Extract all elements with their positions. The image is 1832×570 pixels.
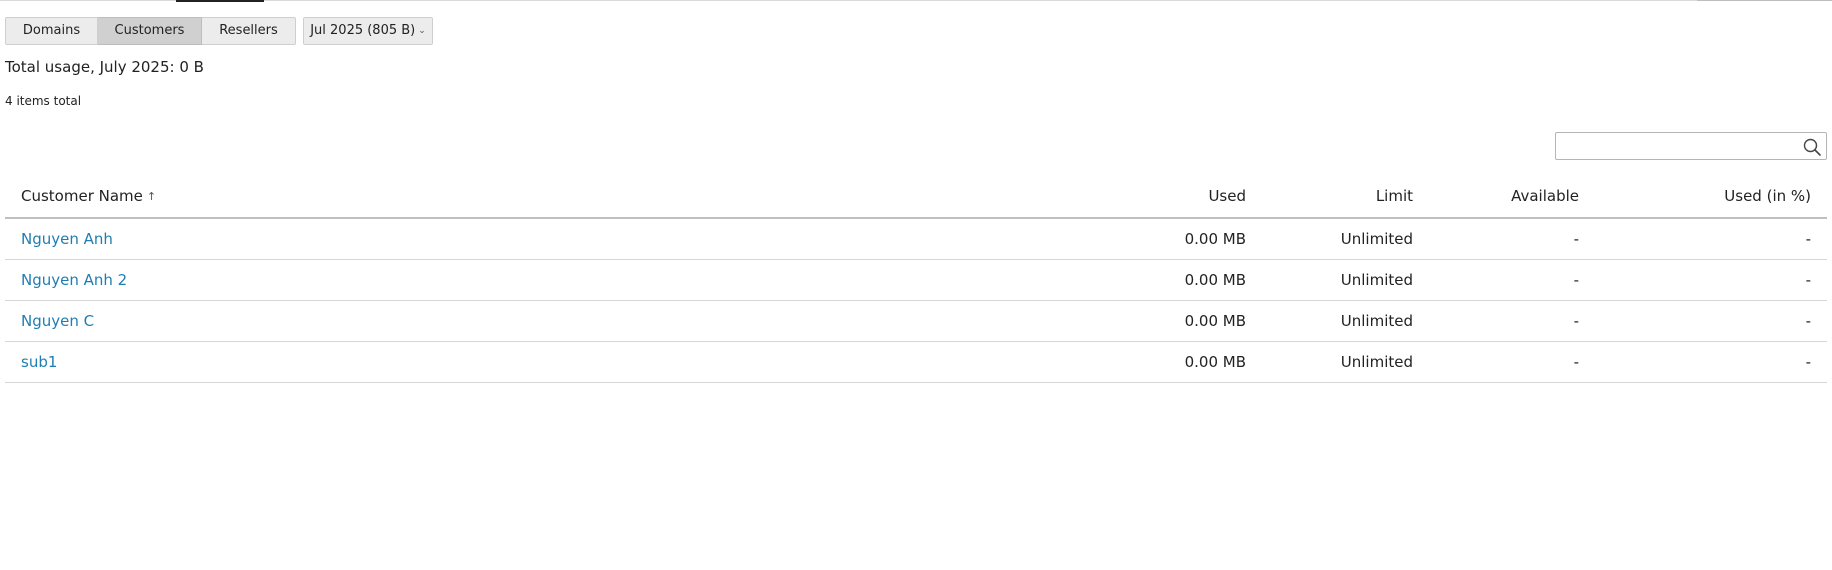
column-header-used-percent[interactable]: Used (in %) xyxy=(1595,175,1827,219)
customer-link[interactable]: Nguyen Anh 2 xyxy=(21,271,127,289)
customer-link[interactable]: Nguyen Anh xyxy=(21,230,113,248)
table-row: sub1 0.00 MB Unlimited - - xyxy=(5,341,1827,383)
used-percent-cell: - xyxy=(1595,259,1827,301)
column-header-customer-name[interactable]: Customer Name ↑ xyxy=(5,175,1084,219)
customer-link[interactable]: Nguyen C xyxy=(21,312,94,330)
available-cell: - xyxy=(1429,218,1595,260)
period-dropdown[interactable]: Jul 2025 (805 B) ⌄ xyxy=(303,17,433,45)
limit-cell: Unlimited xyxy=(1262,300,1429,342)
used-cell: 0.00 MB xyxy=(1084,218,1262,260)
used-percent-cell: - xyxy=(1595,300,1827,342)
column-header-limit[interactable]: Limit xyxy=(1262,175,1429,219)
limit-cell: Unlimited xyxy=(1262,341,1429,383)
view-switcher: Domains Customers Resellers xyxy=(5,17,296,45)
used-cell: 0.00 MB xyxy=(1084,259,1262,301)
limit-cell: Unlimited xyxy=(1262,218,1429,260)
column-header-label: Customer Name xyxy=(21,187,143,205)
used-cell: 0.00 MB xyxy=(1084,341,1262,383)
table-row: Nguyen C 0.00 MB Unlimited - - xyxy=(5,300,1827,342)
column-header-used[interactable]: Used xyxy=(1084,175,1262,219)
tab-domains[interactable]: Domains xyxy=(5,17,98,45)
search-input[interactable] xyxy=(1556,133,1792,159)
customers-table: Customer Name ↑ Used Limit Available Used… xyxy=(5,175,1827,383)
column-header-available[interactable]: Available xyxy=(1429,175,1595,219)
available-cell: - xyxy=(1429,341,1595,383)
items-total-text: 4 items total xyxy=(5,94,82,108)
active-top-tab-indicator xyxy=(176,0,264,2)
search-box xyxy=(1555,132,1827,160)
customer-name-cell: Nguyen C xyxy=(5,300,1084,342)
customer-name-cell: Nguyen Anh 2 xyxy=(5,259,1084,301)
chevron-down-icon: ⌄ xyxy=(418,26,426,36)
table-row: Nguyen Anh 2 0.00 MB Unlimited - - xyxy=(5,259,1827,301)
customer-link[interactable]: sub1 xyxy=(21,353,57,371)
available-cell: - xyxy=(1429,300,1595,342)
table-header-row: Customer Name ↑ Used Limit Available Used… xyxy=(5,175,1827,219)
available-cell: - xyxy=(1429,259,1595,301)
customer-name-cell: sub1 xyxy=(5,341,1084,383)
used-percent-cell: - xyxy=(1595,341,1827,383)
total-usage-text: Total usage, July 2025: 0 B xyxy=(5,58,204,76)
top-right-divider xyxy=(1697,0,1832,1)
search-icon[interactable] xyxy=(1802,137,1822,157)
customer-name-cell: Nguyen Anh xyxy=(5,218,1084,260)
limit-cell: Unlimited xyxy=(1262,259,1429,301)
table-row: Nguyen Anh 0.00 MB Unlimited - - xyxy=(5,218,1827,260)
tab-customers[interactable]: Customers xyxy=(98,17,202,45)
top-divider xyxy=(0,0,1832,1)
used-percent-cell: - xyxy=(1595,218,1827,260)
used-cell: 0.00 MB xyxy=(1084,300,1262,342)
period-label: Jul 2025 (805 B) xyxy=(310,23,416,38)
sort-ascending-icon: ↑ xyxy=(146,190,157,203)
tab-resellers[interactable]: Resellers xyxy=(202,17,296,45)
